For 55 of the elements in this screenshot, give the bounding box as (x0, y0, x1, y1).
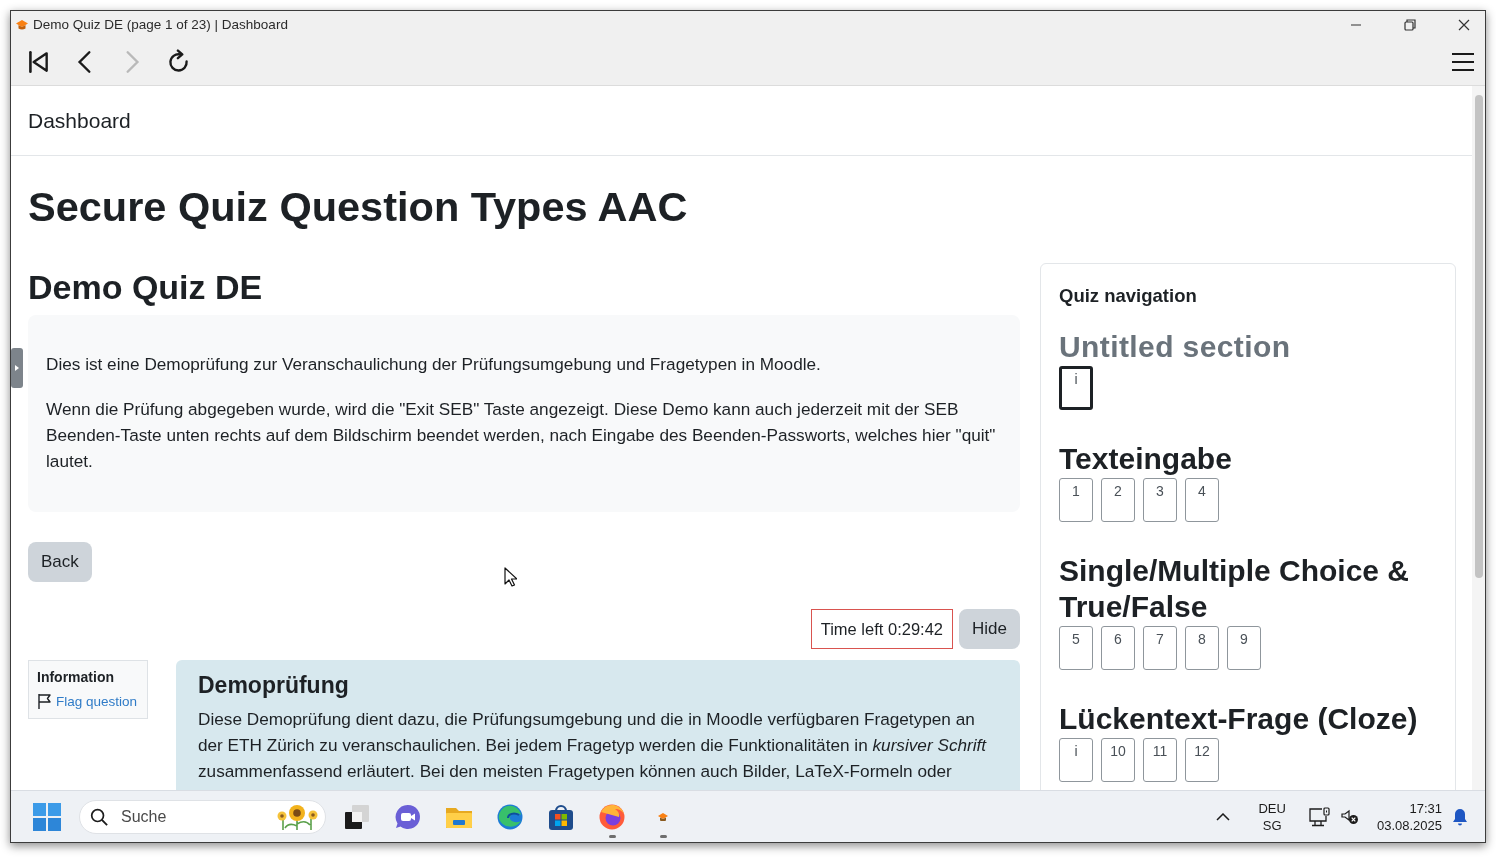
question-nav-button[interactable]: 11 (1143, 738, 1177, 782)
chat-bubble-icon[interactable] (394, 802, 422, 831)
input-language-button[interactable]: DEU SG (1258, 799, 1286, 834)
question-nav-button[interactable]: 7 (1143, 626, 1177, 670)
section-heading: Single/Multiple Choice & True/False (1059, 553, 1411, 625)
back-button[interactable]: Back (28, 542, 92, 582)
graduation-cap-icon (16, 19, 28, 30)
squares-icon[interactable] (33, 802, 61, 831)
flag-icon (37, 693, 53, 709)
speaker-muted-icon[interactable] (1340, 808, 1359, 825)
question-nav-button[interactable]: 8 (1185, 626, 1219, 670)
question-text: Diese Demoprüfung dient dazu, die Prüfungsumgebung und die in Moodle verfügbaren Fragetypen an der ETH Zürich zu veranschaulichen. Bei jedem Fragetyp werden die Funktionalitäten in kursiver Schrift zusammenfassend erläutert. Bei den meisten Fragetypen können auch Bilder, LaTeX-Formeln oder (198, 708, 988, 783)
globe-icon[interactable] (598, 802, 626, 831)
breadcrumb-link[interactable]: Dashboard (28, 108, 131, 133)
question-nav-button[interactable]: 2 (1101, 478, 1135, 522)
scrollbar-thumb[interactable] (1475, 95, 1483, 578)
swirl-icon[interactable] (496, 802, 524, 831)
hide-button[interactable]: Hide (959, 609, 1020, 649)
shopping-bag-icon[interactable] (547, 802, 575, 831)
question-nav-button[interactable]: i (1059, 366, 1093, 410)
question-nav-button[interactable]: 9 (1227, 626, 1261, 670)
monitor-icon[interactable] (1308, 806, 1331, 827)
question-nav-button[interactable]: 10 (1101, 738, 1135, 782)
clock-button[interactable]: 17:31 03.08.2025 (1376, 799, 1442, 834)
window-stack-icon[interactable] (343, 802, 371, 831)
question-nav-button[interactable]: 4 (1185, 478, 1219, 522)
quiz-title: Demo Quiz DE (28, 267, 264, 307)
question-nav-button[interactable]: 5 (1059, 626, 1093, 670)
search-field[interactable]: Suche (79, 799, 326, 834)
chevron-up-icon[interactable] (1216, 812, 1231, 821)
graduation-cap-icon[interactable] (658, 812, 668, 821)
mouse-pointer-icon (504, 567, 517, 587)
section-heading: Texteingabe (1059, 441, 1233, 477)
restore-icon[interactable] (1404, 18, 1416, 31)
intro-paragraph: Wenn die Prüfung abgegeben wurde, wird die "Exit SEB" Taste angezeigt. Diese Demo kann auch jederzeit mit der SEB Beenden-Taste unten rechts auf dem Bildschirm beendet werden, nach Eingabe des Beenden-Passworts, welches hier "quit" lautet. (46, 398, 997, 473)
close-icon[interactable] (1458, 18, 1470, 31)
scrollbar-track[interactable] (1472, 86, 1485, 790)
question-title: Demoprüfung (198, 671, 350, 699)
question-nav-button[interactable]: 12 (1185, 738, 1219, 782)
question-nav-button[interactable]: 1 (1059, 478, 1093, 522)
info-heading: Information (37, 668, 115, 686)
flag-question-link[interactable]: Flag question (37, 693, 139, 709)
intro-paragraph: Dies ist eine Demoprüfung zur Veranschaulichung der Prüfungsumgebung und Fragetypen in Moodle. (46, 353, 822, 376)
page-title: Secure Quiz Question Types AAC (28, 182, 689, 232)
question-nav-button[interactable]: i (1059, 738, 1093, 782)
window-title: Demo Quiz DE (page 1 of 23) | Dashboard (33, 17, 288, 32)
section-heading: Untitled section (1059, 329, 1292, 365)
bell-icon[interactable] (1452, 807, 1468, 826)
side-tab-icon[interactable] (11, 348, 23, 388)
search-icon (90, 807, 109, 827)
timer-display: Time left 0:29:42 (810, 609, 954, 649)
question-nav-button[interactable]: 6 (1101, 626, 1135, 670)
panel-title: Quiz navigation (1059, 284, 1198, 308)
section-heading: Lückentext-Frage (Cloze) (1059, 701, 1419, 737)
question-nav-button[interactable]: 3 (1143, 478, 1177, 522)
